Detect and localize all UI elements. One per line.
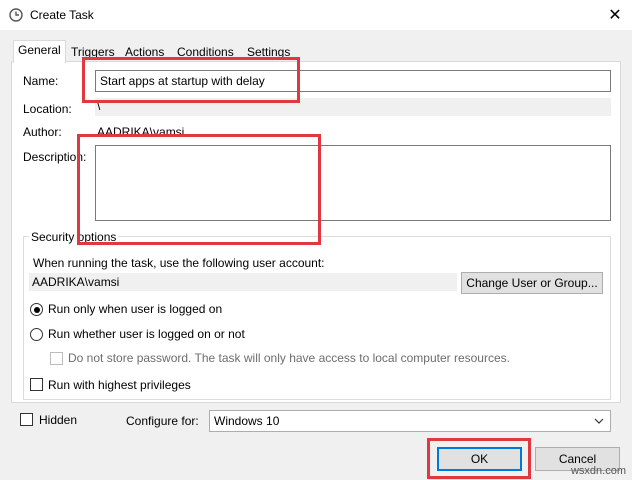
description-input[interactable] [95,145,611,221]
title-bar: Create Task ✕ [0,0,632,30]
account-prompt: When running the task, use the following… [33,256,325,270]
run-only-logged-on-radio[interactable] [30,303,43,316]
tab-triggers[interactable]: Triggers [66,42,120,63]
location-value: \ [97,99,101,113]
configure-for-value: Windows 10 [214,414,280,428]
run-whether-logged-on-label[interactable]: Run whether user is logged on or not [48,327,245,341]
hidden-label[interactable]: Hidden [39,413,77,427]
configure-for-label: Configure for: [126,414,199,428]
tab-conditions[interactable]: Conditions [172,42,239,63]
configure-for-dropdown[interactable]: Windows 10 [209,410,611,432]
location-label: Location: [23,102,72,116]
watermark: wsxdn.com [570,465,626,477]
highest-privileges-label[interactable]: Run with highest privileges [48,378,191,392]
no-store-password-label: Do not store password. The task will onl… [68,351,510,365]
tab-settings[interactable]: Settings [242,42,295,63]
run-only-logged-on-label[interactable]: Run only when user is logged on [48,302,222,316]
close-icon: ✕ [608,7,622,24]
description-label: Description: [23,150,87,164]
window-title: Create Task [30,8,94,22]
highest-privileges-checkbox[interactable] [30,378,43,391]
chevron-down-icon [594,418,604,424]
ok-button[interactable]: OK [437,447,522,471]
clock-icon [9,8,23,22]
location-field: \ [95,98,611,116]
change-user-or-group-button[interactable]: Change User or Group... [461,272,603,294]
author-label: Author: [23,125,62,139]
hidden-checkbox[interactable] [20,413,33,426]
no-store-password-checkbox[interactable] [50,352,63,365]
user-account-field: AADRIKA\vamsi [29,273,457,291]
run-whether-logged-on-radio[interactable] [30,328,43,341]
tab-general[interactable]: General [13,40,66,63]
close-button[interactable]: ✕ [598,0,632,30]
tab-actions[interactable]: Actions [120,42,169,63]
author-value: AADRIKA\vamsi [97,125,185,139]
name-label: Name: [23,74,59,88]
security-options-legend: Security options [29,230,119,244]
name-input[interactable]: Start apps at startup with delay [95,70,611,92]
